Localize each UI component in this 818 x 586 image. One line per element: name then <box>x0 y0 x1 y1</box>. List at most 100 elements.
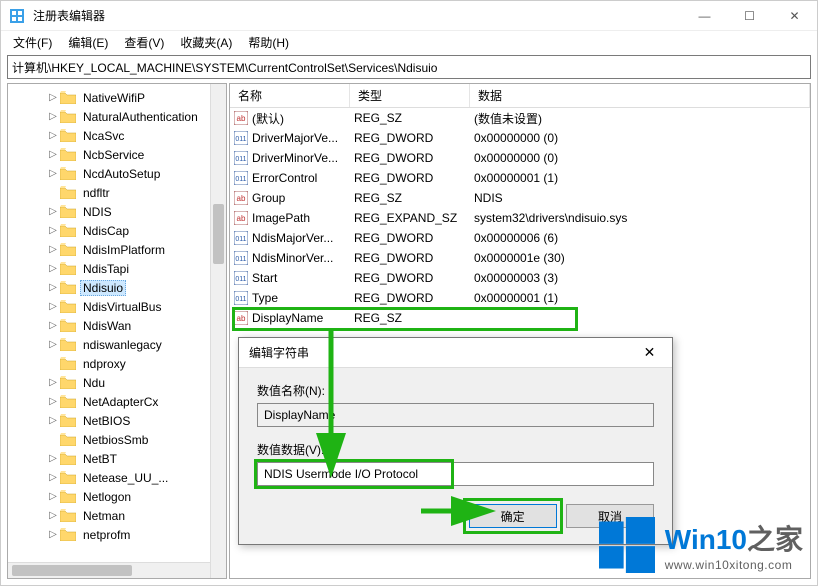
expand-icon[interactable]: ▷ <box>46 130 60 141</box>
list-row[interactable]: abDisplayNameREG_SZ <box>230 308 810 328</box>
tree-item[interactable]: ▷NcaSvc <box>8 126 226 145</box>
expand-icon[interactable]: ▷ <box>46 282 60 293</box>
ok-button[interactable]: 确定 <box>469 504 557 528</box>
list-row[interactable]: 011NdisMinorVer...REG_DWORD0x0000001e (3… <box>230 248 810 268</box>
expand-icon[interactable]: ▷ <box>46 529 60 540</box>
expand-icon[interactable]: ▷ <box>46 206 60 217</box>
col-type[interactable]: 类型 <box>350 84 470 107</box>
list-header: 名称 类型 数据 <box>230 84 810 108</box>
maximize-button[interactable]: ☐ <box>727 1 772 31</box>
menu-view[interactable]: 查看(V) <box>116 32 172 53</box>
expand-icon[interactable]: ▷ <box>46 225 60 236</box>
expand-icon[interactable]: ▷ <box>46 377 60 388</box>
value-data-input[interactable] <box>257 462 654 486</box>
tree-item[interactable]: ▷Ndisuio <box>8 278 226 297</box>
list-row[interactable]: 011DriverMinorVe...REG_DWORD0x00000000 (… <box>230 148 810 168</box>
tree-item[interactable]: ▷NcbService <box>8 145 226 164</box>
expand-icon[interactable]: ▷ <box>46 396 60 407</box>
folder-icon <box>60 471 76 484</box>
tree-vscrollbar[interactable] <box>210 84 226 578</box>
tree-item[interactable]: ▷NdisWan <box>8 316 226 335</box>
tree-item[interactable]: ▷NetBIOS <box>8 411 226 430</box>
tree-item[interactable]: ▷ndiswanlegacy <box>8 335 226 354</box>
tree-item[interactable]: ▷NdisCap <box>8 221 226 240</box>
list-row[interactable]: 011ErrorControlREG_DWORD0x00000001 (1) <box>230 168 810 188</box>
expand-icon[interactable]: ▷ <box>46 92 60 103</box>
value-name: DriverMinorVe... <box>252 151 338 165</box>
tree-item[interactable]: ndfltr <box>8 183 226 202</box>
expand-icon[interactable]: ▷ <box>46 472 60 483</box>
tree-item[interactable]: ▷NcdAutoSetup <box>8 164 226 183</box>
tree-item[interactable]: ▷Netlogon <box>8 487 226 506</box>
tree-item[interactable]: NetbiosSmb <box>8 430 226 449</box>
col-name[interactable]: 名称 <box>230 84 350 107</box>
expand-icon[interactable]: ▷ <box>46 339 60 350</box>
expand-icon[interactable]: ▷ <box>46 491 60 502</box>
list-row[interactable]: 011NdisMajorVer...REG_DWORD0x00000006 (6… <box>230 228 810 248</box>
expand-icon[interactable]: ▷ <box>46 168 60 179</box>
tree-item[interactable]: ▷ Ndu <box>8 373 226 392</box>
expand-icon[interactable]: ▷ <box>46 453 60 464</box>
expand-icon[interactable]: ▷ <box>46 320 60 331</box>
dialog-titlebar: 编辑字符串 ✕ <box>239 338 672 368</box>
tree-item[interactable]: ▷NativeWifiP <box>8 88 226 107</box>
tree-item[interactable]: ▷NdisTapi <box>8 259 226 278</box>
tree-item[interactable]: ndproxy <box>8 354 226 373</box>
svg-text:011: 011 <box>235 236 246 243</box>
dialog-close-button[interactable]: ✕ <box>627 338 672 368</box>
tree-item[interactable]: ▷Netease_UU_... <box>8 468 226 487</box>
tree-item-label: NetAdapterCx <box>80 395 161 409</box>
tree-hscrollbar[interactable] <box>8 562 210 578</box>
value-data: 0x00000003 (3) <box>470 271 810 285</box>
registry-tree[interactable]: ▷NativeWifiP▷NaturalAuthentication▷NcaSv… <box>7 83 227 579</box>
tree-item[interactable]: ▷NetBT <box>8 449 226 468</box>
value-type: REG_SZ <box>350 311 470 325</box>
folder-icon <box>60 357 76 370</box>
tree-item-label: NdisVirtualBus <box>80 300 164 314</box>
menu-edit[interactable]: 编辑(E) <box>60 32 116 53</box>
expand-icon[interactable]: ▷ <box>46 149 60 160</box>
expand-icon[interactable]: ▷ <box>46 263 60 274</box>
value-name-input[interactable] <box>257 403 654 427</box>
value-type: REG_DWORD <box>350 271 470 285</box>
value-data: 0x0000001e (30) <box>470 251 810 265</box>
tree-item[interactable]: ▷NdisImPlatform <box>8 240 226 259</box>
tree-item-label: Ndu <box>80 376 108 390</box>
tree-item[interactable]: ▷ NdisVirtualBus <box>8 297 226 316</box>
minimize-button[interactable]: — <box>682 1 727 31</box>
value-icon: 011 <box>234 271 248 285</box>
expand-icon[interactable]: ▷ <box>46 111 60 122</box>
list-row[interactable]: abGroupREG_SZNDIS <box>230 188 810 208</box>
value-name: NdisMinorVer... <box>252 251 333 265</box>
address-bar[interactable]: 计算机\HKEY_LOCAL_MACHINE\SYSTEM\CurrentCon… <box>7 55 811 79</box>
list-row[interactable]: 011DriverMajorVe...REG_DWORD0x00000000 (… <box>230 128 810 148</box>
value-data: 0x00000006 (6) <box>470 231 810 245</box>
watermark: Win10之家 www.win10xitong.com <box>599 517 803 573</box>
close-button[interactable]: ✕ <box>772 1 817 31</box>
expand-icon[interactable]: ▷ <box>46 510 60 521</box>
list-row[interactable]: 011TypeREG_DWORD0x00000001 (1) <box>230 288 810 308</box>
folder-icon <box>60 338 76 351</box>
tree-item-label: NaturalAuthentication <box>80 110 201 124</box>
tree-item[interactable]: ▷ NetAdapterCx <box>8 392 226 411</box>
tree-item[interactable]: ▷NDIS <box>8 202 226 221</box>
list-row[interactable]: ab(默认)REG_SZ(数值未设置) <box>230 108 810 128</box>
address-text: 计算机\HKEY_LOCAL_MACHINE\SYSTEM\CurrentCon… <box>12 59 437 76</box>
windows-logo-icon <box>599 517 655 573</box>
folder-icon <box>60 433 76 446</box>
expand-icon[interactable]: ▷ <box>46 301 60 312</box>
menu-help[interactable]: 帮助(H) <box>240 32 297 53</box>
expand-icon[interactable]: ▷ <box>46 244 60 255</box>
list-row[interactable]: abImagePathREG_EXPAND_SZsystem32\drivers… <box>230 208 810 228</box>
tree-item[interactable]: ▷netprofm <box>8 525 226 544</box>
svg-text:ab: ab <box>237 114 246 123</box>
menu-favorites[interactable]: 收藏夹(A) <box>172 32 240 53</box>
tree-item[interactable]: ▷Netman <box>8 506 226 525</box>
menu-file[interactable]: 文件(F) <box>5 32 60 53</box>
menubar: 文件(F) 编辑(E) 查看(V) 收藏夹(A) 帮助(H) <box>1 31 817 53</box>
tree-item[interactable]: ▷ NaturalAuthentication <box>8 107 226 126</box>
list-row[interactable]: 011StartREG_DWORD0x00000003 (3) <box>230 268 810 288</box>
value-type: REG_EXPAND_SZ <box>350 211 470 225</box>
expand-icon[interactable]: ▷ <box>46 415 60 426</box>
col-data[interactable]: 数据 <box>470 84 810 107</box>
